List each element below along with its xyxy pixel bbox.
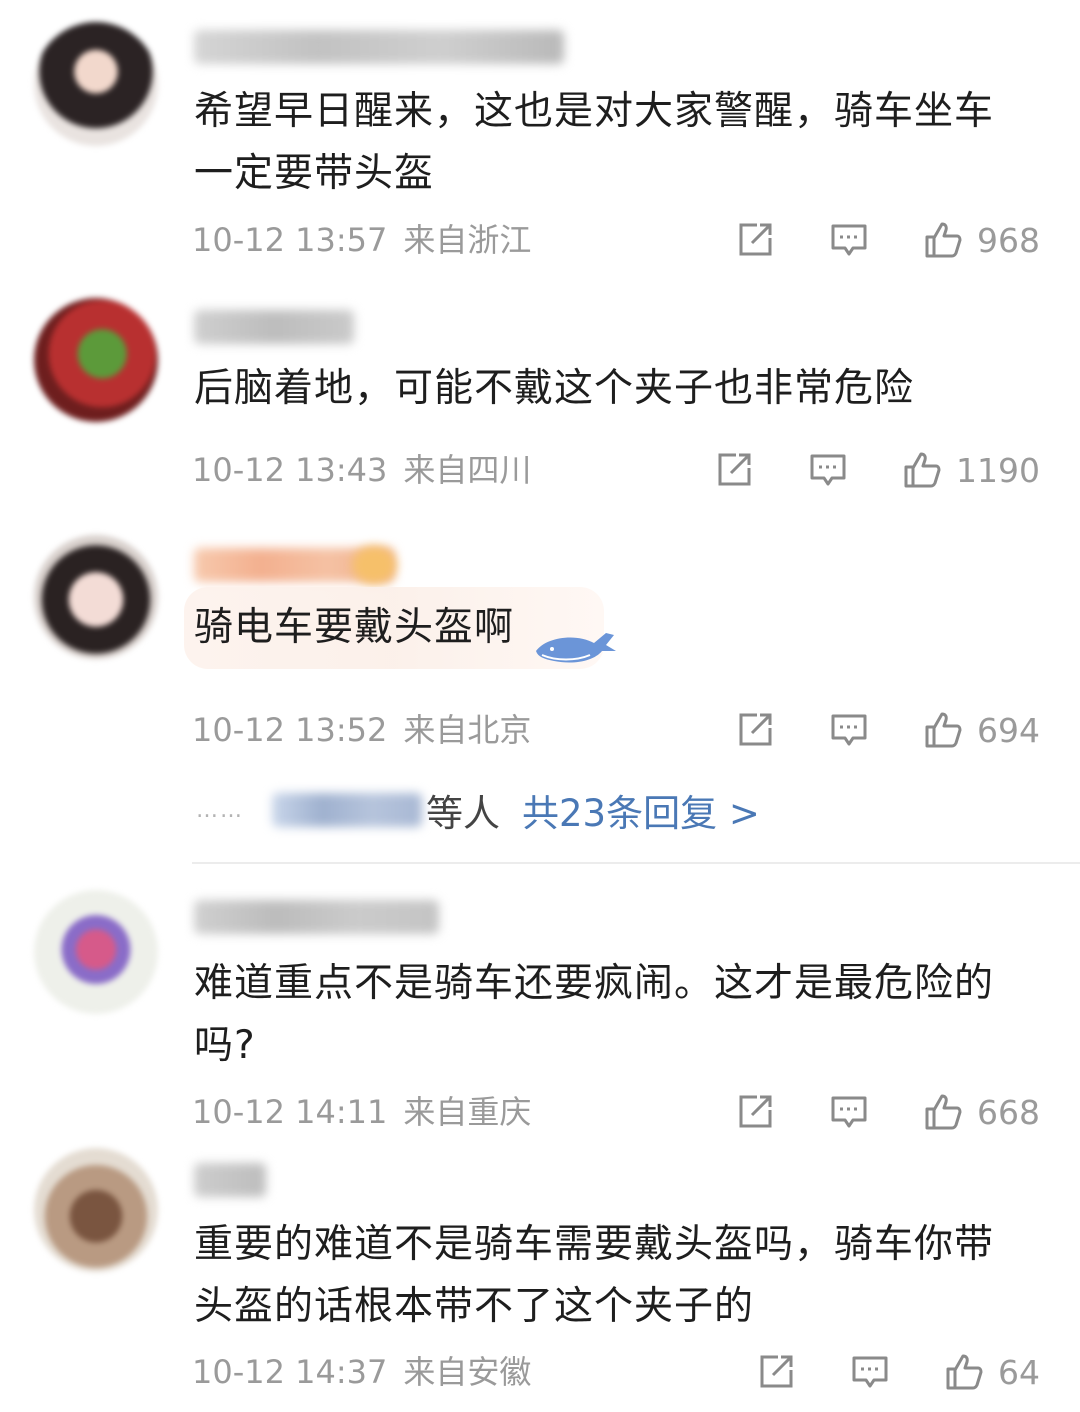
vip-badge xyxy=(352,546,396,584)
comment-button[interactable] xyxy=(850,1352,890,1392)
like-button[interactable]: 64 xyxy=(944,1352,1040,1392)
like-button[interactable]: 968 xyxy=(923,220,1040,260)
comment-icon xyxy=(831,224,867,256)
share-button[interactable] xyxy=(714,450,754,490)
comment-text: 希望早日醒来，这也是对大家警醒，骑车坐车一定要带头盔 xyxy=(194,89,995,196)
comment-text: 重要的难道不是骑车需要戴头盔吗，骑车你带头盔的话根本带不了这个夹子的 xyxy=(194,1222,995,1329)
thumbs-up-icon xyxy=(946,1354,983,1390)
share-button[interactable] xyxy=(735,220,775,260)
comment-icon xyxy=(810,454,846,486)
avatar[interactable] xyxy=(34,1148,158,1272)
comment-text: 后脑着地，可能不戴这个夹子也非常危险 xyxy=(194,366,915,411)
comment-button[interactable] xyxy=(829,1092,869,1132)
share-icon xyxy=(739,1095,772,1128)
thumbs-up-icon xyxy=(904,452,941,488)
thumbs-up-icon xyxy=(925,222,962,258)
comment-location: 来自重庆 xyxy=(403,1093,532,1131)
reply-usernames xyxy=(272,793,422,827)
comment-icon xyxy=(831,1096,867,1128)
share-icon xyxy=(760,1355,793,1388)
comment-time: 10-12 13:57 xyxy=(192,221,388,259)
divider xyxy=(192,862,1080,864)
comment-time: 10-12 13:52 xyxy=(192,711,388,749)
like-count: 1190 xyxy=(956,450,1040,490)
comment-time: 10-12 14:37 xyxy=(192,1353,388,1391)
comment-icon xyxy=(831,714,867,746)
comment-meta: 10-12 14:37 来自安徽 xyxy=(192,1352,531,1392)
share-button[interactable] xyxy=(735,1092,775,1132)
comment-location: 来自北京 xyxy=(403,711,532,749)
share-button[interactable] xyxy=(735,710,775,750)
comment-actions: 668 xyxy=(681,1090,1040,1134)
comment-button[interactable] xyxy=(829,710,869,750)
comment-text: 难道重点不是骑车还要疯闹。这才是最危险的吗? xyxy=(194,961,995,1068)
comment-button[interactable] xyxy=(808,450,848,490)
whale-icon xyxy=(536,633,616,663)
comment-meta: 10-12 13:43 来自四川 xyxy=(192,450,531,490)
view-replies-link[interactable]: 共23条回复 > xyxy=(522,783,760,837)
comment-meta: 10-12 14:11 来自重庆 xyxy=(192,1092,531,1132)
thumbs-up-icon xyxy=(925,712,962,748)
comment-time: 10-12 14:11 xyxy=(192,1093,388,1131)
comment-icon xyxy=(852,1356,888,1388)
avatar[interactable] xyxy=(34,535,158,659)
comment-meta: 10-12 13:57 来自浙江 xyxy=(192,220,531,260)
share-icon xyxy=(739,223,772,256)
comment-actions: 968 xyxy=(681,218,1040,262)
comment-actions: 1190 xyxy=(660,448,1040,492)
share-icon xyxy=(739,713,772,746)
username[interactable] xyxy=(194,900,439,934)
comment-location: 来自安徽 xyxy=(403,1353,532,1391)
comment-location: 来自浙江 xyxy=(403,221,532,259)
avatar[interactable] xyxy=(34,890,158,1014)
comment-time: 10-12 13:43 xyxy=(192,451,388,489)
like-button[interactable]: 668 xyxy=(923,1092,1040,1132)
share-icon xyxy=(718,453,751,486)
like-count: 64 xyxy=(998,1352,1040,1392)
username[interactable] xyxy=(194,1163,266,1197)
like-count: 668 xyxy=(977,1092,1040,1132)
comment-location: 来自四川 xyxy=(403,451,532,489)
reply-dots: …… xyxy=(196,797,244,823)
comment-button[interactable] xyxy=(829,220,869,260)
reply-summary[interactable]: …… 等人 共23条回复 > xyxy=(196,782,760,838)
like-button[interactable]: 1190 xyxy=(902,450,1040,490)
username[interactable] xyxy=(194,310,354,344)
username[interactable] xyxy=(194,30,564,64)
like-button[interactable]: 694 xyxy=(923,710,1040,750)
comment-actions: 64 xyxy=(702,1350,1040,1394)
avatar[interactable] xyxy=(34,298,158,422)
share-button[interactable] xyxy=(756,1352,796,1392)
like-count: 968 xyxy=(977,220,1040,260)
avatar[interactable] xyxy=(34,22,158,146)
comment-actions: 694 xyxy=(681,708,1040,752)
thumbs-up-icon xyxy=(925,1094,962,1130)
like-count: 694 xyxy=(977,710,1040,750)
comment-meta: 10-12 13:52 来自北京 xyxy=(192,710,531,750)
reply-suffix: 等人 xyxy=(426,792,500,835)
